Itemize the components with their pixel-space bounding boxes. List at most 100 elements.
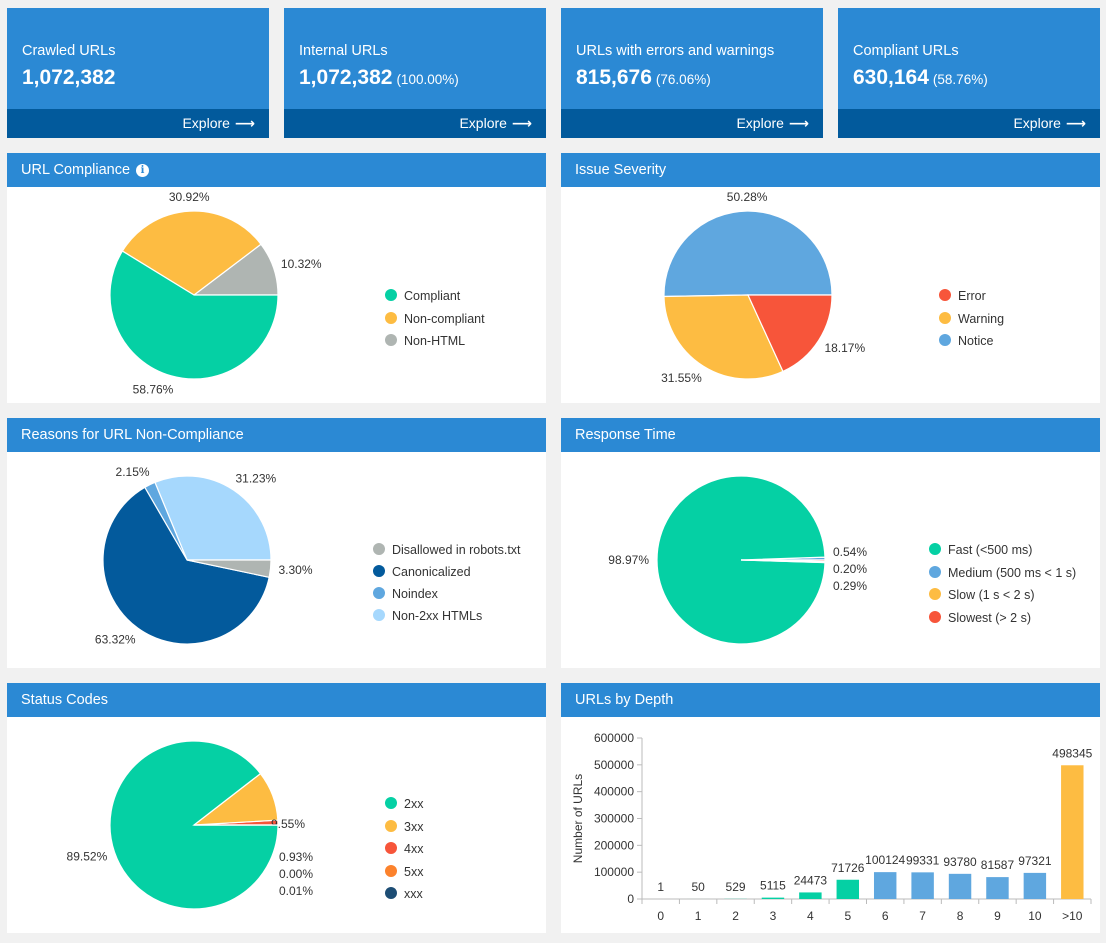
legend-swatch <box>939 311 951 324</box>
card-crawled-urls: Crawled URLs 1,072,382 Explore ⟶ <box>7 8 269 138</box>
x-tick-label: 4 <box>807 909 814 923</box>
legend-item-slowest-2-s[interactable]: Slowest (> 2 s) <box>929 610 1031 625</box>
pie-chart: 0.54% 98.97% 0.20% 0.29% <box>608 475 867 645</box>
explore-link[interactable]: Explore ⟶ <box>1013 115 1086 132</box>
legend-label: 5xx <box>404 864 424 879</box>
slice-label-medium-500-ms-1-s: 0.54% <box>833 545 867 559</box>
card-footer: Explore ⟶ <box>7 109 269 138</box>
legend-item-non-compliant[interactable]: Non-compliant <box>385 311 485 326</box>
pie-chart: 10.32% 30.92% 58.76% <box>109 190 322 396</box>
explore-label: Explore <box>736 115 784 131</box>
y-tick-label: 0 <box>627 892 634 906</box>
legend-swatch <box>385 819 397 832</box>
legend-swatch <box>929 610 941 623</box>
slice-label-non-compliant: 30.92% <box>169 190 210 204</box>
slice-label-fast-500-ms: 98.97% <box>608 553 649 567</box>
legend-swatch <box>385 887 397 899</box>
card-title: URLs with errors and warnings <box>576 43 775 59</box>
card-footer: Explore ⟶ <box>561 109 823 138</box>
explore-label: Explore <box>1013 115 1061 131</box>
legend-item-non-2xx-htmls[interactable]: Non-2xx HTMLs <box>373 609 482 623</box>
x-tick-label: 1 <box>695 909 702 923</box>
bar-chart: 0 100000 200000 300000 400000 500000 600000 Num… <box>571 731 1093 923</box>
explore-link[interactable]: Explore ⟶ <box>459 115 532 132</box>
legend-swatch <box>385 864 397 877</box>
panel-header: Response Time <box>561 418 1100 452</box>
x-tick-label: 0 <box>657 909 664 923</box>
y-tick-label: 600000 <box>594 731 634 745</box>
card-number: 1,072,382 <box>22 66 116 89</box>
explore-link[interactable]: Explore ⟶ <box>182 115 255 132</box>
bar-depth-7[interactable] <box>911 872 934 899</box>
y-tick-label: 500000 <box>594 758 634 772</box>
bar-depth-8[interactable] <box>948 873 972 899</box>
pie-slice-notice[interactable] <box>663 210 833 298</box>
panel-status-codes: Status Codes 0.93% 9.55% 89.52% 0.00% 0.01% 2… <box>7 683 546 933</box>
slice-label-non-html: 10.32% <box>281 257 322 271</box>
legend-item-compliant[interactable]: Compliant <box>385 289 460 303</box>
card-number: 630,164 <box>853 66 929 89</box>
panel-header: URLs by Depth <box>561 683 1100 717</box>
x-tick-label: 7 <box>919 909 926 923</box>
legend-label: Notice <box>958 334 994 348</box>
legend-item-warning[interactable]: Warning <box>939 311 1004 326</box>
card-number: 815,676 <box>576 66 652 89</box>
legend-item-2xx[interactable]: 2xx <box>385 797 423 811</box>
slice-label-warning: 31.55% <box>661 371 702 385</box>
legend-item-fast-500-ms[interactable]: Fast (<500 ms) <box>929 543 1032 557</box>
card-number: 1,072,382 <box>299 66 393 89</box>
info-icon[interactable]: i <box>136 164 150 177</box>
legend-label: Non-compliant <box>404 311 485 326</box>
arrow-right-icon: ⟶ <box>788 115 809 131</box>
pie-chart: 50.28% 31.55% 18.17% <box>661 190 865 385</box>
legend-item-4xx[interactable]: 4xx <box>385 842 423 856</box>
legend-item-5xx[interactable]: 5xx <box>385 864 424 879</box>
legend-label: xxx <box>404 887 423 901</box>
legend-item-disallowed-in-robots-txt[interactable]: Disallowed in robots.txt <box>373 543 521 557</box>
legend-item-canonicalized[interactable]: Canonicalized <box>373 565 471 579</box>
bar-value-label: 24473 <box>794 873 828 887</box>
y-tick-label: 100000 <box>594 865 634 879</box>
legend-swatch <box>385 334 397 346</box>
slice-label-noindex: 2.15% <box>116 465 150 479</box>
slice-label-slow-1-s-2-s: 0.20% <box>833 562 867 576</box>
card-value: 1,072,382 (100.00%) <box>299 66 459 90</box>
panel-title: URL Compliance <box>21 162 131 178</box>
y-tick-label: 300000 <box>594 812 634 826</box>
legend-label: Fast (<500 ms) <box>948 543 1033 557</box>
legend-item-3xx[interactable]: 3xx <box>385 819 423 834</box>
legend-item-non-html[interactable]: Non-HTML <box>385 334 465 348</box>
bar-depth-9[interactable] <box>986 877 1009 899</box>
slice-label-slowest-2-s: 0.29% <box>833 579 867 593</box>
legend-item-slow-1-s-2-s[interactable]: Slow (1 s < 2 s) <box>929 588 1035 602</box>
legend-label: Slow (1 s < 2 s) <box>948 588 1035 602</box>
bar-depth-gt10[interactable] <box>1061 765 1084 899</box>
legend-item-noindex[interactable]: Noindex <box>373 587 438 601</box>
bar-depth-10[interactable] <box>1023 872 1047 899</box>
slice-label-canonicalized: 63.32% <box>95 632 136 646</box>
bar-value-label: 1 <box>657 880 664 894</box>
bar-depth-4[interactable] <box>799 892 822 899</box>
panel-header: Status Codes <box>7 683 546 717</box>
bar-value-label: 97321 <box>1018 854 1052 868</box>
card-footer: Explore ⟶ <box>838 109 1100 138</box>
panel-url-compliance: URL Compliance i 10.32% 30.92% 58.76% Compli… <box>7 153 546 403</box>
legend-item-notice[interactable]: Notice <box>939 334 993 348</box>
bar-depth-5[interactable] <box>836 879 860 899</box>
explore-link[interactable]: Explore ⟶ <box>736 115 809 132</box>
y-axis-label: Number of URLs <box>571 774 585 863</box>
card-urls-with-errors: URLs with errors and warnings 815,676 (76… <box>561 8 823 138</box>
bar-depth-3[interactable] <box>761 897 785 899</box>
legend-label: Medium (500 ms < 1 s) <box>948 565 1077 580</box>
legend-label: Error <box>958 289 986 303</box>
legend-item-medium-500-ms-1-s[interactable]: Medium (500 ms < 1 s) <box>929 565 1077 580</box>
bar-value-label: 81587 <box>981 858 1015 872</box>
legend-label: 4xx <box>404 842 424 856</box>
card-percent: (76.06%) <box>655 72 711 87</box>
bar-value-label: 99331 <box>906 853 940 867</box>
bar-depth-6[interactable] <box>873 872 897 899</box>
legend-item-error[interactable]: Error <box>939 289 986 303</box>
panel-header: Reasons for URL Non-Compliance <box>7 418 546 452</box>
legend-item-xxx[interactable]: xxx <box>385 887 423 901</box>
legend-swatch <box>929 588 941 600</box>
